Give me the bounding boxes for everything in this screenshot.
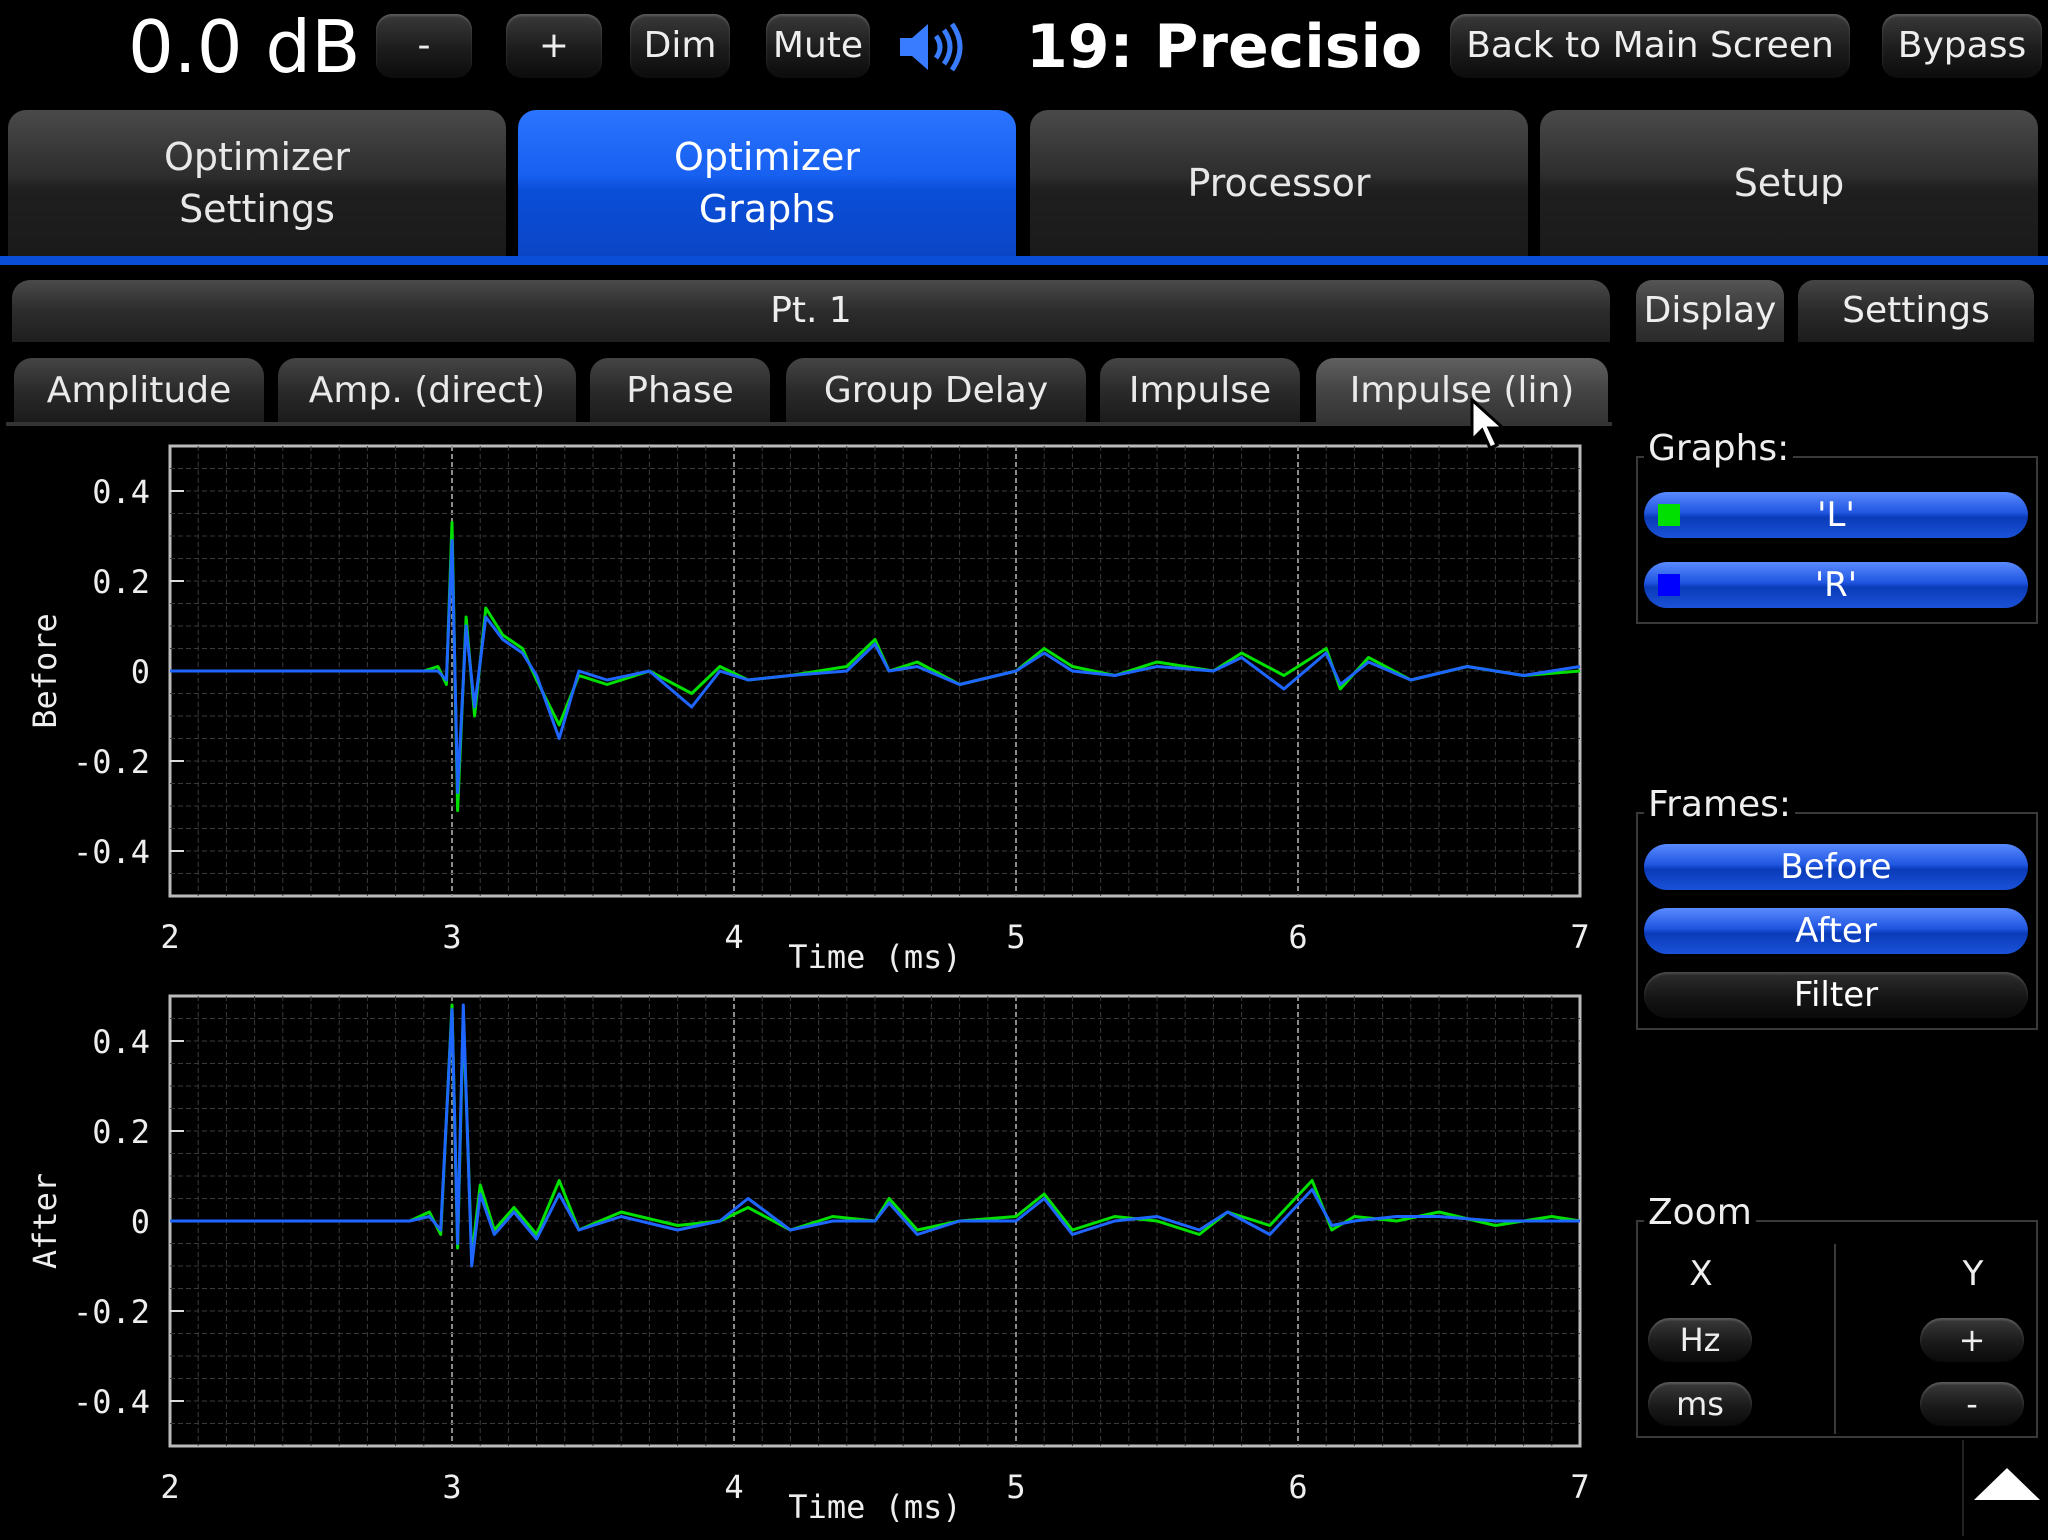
back-to-main-button[interactable]: Back to Main Screen — [1450, 14, 1850, 78]
zoom-y-label: Y — [1962, 1254, 1984, 1294]
zoom-x-ms-button[interactable]: ms — [1648, 1382, 1752, 1426]
volume-readout: 0.0 dB — [128, 5, 361, 89]
tab-label-line2: Settings — [179, 187, 335, 231]
y-tick-label: 0.4 — [92, 473, 150, 511]
zoom-label: Zoom — [1644, 1192, 1756, 1233]
x-tick-label: 2 — [160, 1468, 179, 1506]
y-axis-label: After — [26, 1173, 64, 1269]
x-axis-label: Time (ms) — [788, 1488, 961, 1526]
subtab-divider — [6, 422, 1612, 426]
x-tick-label: 6 — [1288, 1468, 1307, 1506]
graphs-label: Graphs: — [1644, 428, 1794, 469]
zoom-x-hz-button[interactable]: Hz — [1648, 1318, 1752, 1362]
mouse-cursor-icon — [1470, 398, 1507, 450]
tab-processor[interactable]: Processor — [1030, 110, 1528, 256]
zoom-divider — [1834, 1244, 1836, 1434]
impulse-chart-after: 0.4 0.2 0 -0.2 -0.4 2 3 4 5 6 7 Time (ms) After — [26, 994, 1590, 1526]
tab-optimizer-settings[interactable]: Optimizer Settings — [8, 110, 506, 256]
x-tick-label: 5 — [1006, 1468, 1025, 1506]
subtab-impulse-lin[interactable]: Impulse (lin) — [1316, 358, 1608, 424]
zoom-x-label: X — [1689, 1254, 1713, 1294]
subtab-amplitude[interactable]: Amplitude — [14, 358, 264, 424]
y-tick-label: -0.2 — [73, 1293, 150, 1331]
x-tick-label: 7 — [1570, 1468, 1589, 1506]
subtab-amp-direct[interactable]: Amp. (direct) — [278, 358, 576, 424]
x-tick-label: 3 — [442, 1468, 461, 1506]
subtab-phase[interactable]: Phase — [590, 358, 770, 424]
x-tick-label: 5 — [1006, 918, 1025, 956]
frames-label: Frames: — [1644, 784, 1796, 825]
mute-button[interactable]: Mute — [766, 14, 870, 78]
impulse-chart-before: 0.4 0.2 0 -0.2 -0.4 2 3 4 5 6 7 Time (ms) Before — [26, 444, 1590, 976]
graph-toggle-left[interactable]: 'L' — [1644, 492, 2028, 538]
preset-name: 19: Precision - : — [1026, 12, 1426, 82]
x-tick-label: 4 — [724, 1468, 743, 1506]
x-tick-label: 2 — [160, 918, 179, 956]
tab-underline — [0, 256, 2048, 265]
right-color-swatch — [1658, 574, 1680, 596]
y-tick-label: 0.2 — [92, 1113, 150, 1151]
bypass-button[interactable]: Bypass — [1882, 14, 2042, 78]
x-tick-label: 6 — [1288, 918, 1307, 956]
y-tick-label: 0.4 — [92, 1023, 150, 1061]
volume-down-button[interactable]: - — [376, 14, 472, 78]
y-tick-label: 0 — [131, 653, 150, 691]
frame-toggle-after[interactable]: After — [1644, 908, 2028, 954]
graph-label-left: 'L' — [1817, 495, 1855, 535]
tab-label: Processor — [1187, 161, 1371, 205]
tab-label-line1: Optimizer — [163, 135, 350, 179]
frame-toggle-before[interactable]: Before — [1644, 844, 2028, 890]
subtab-group-delay[interactable]: Group Delay — [786, 358, 1086, 424]
frame-toggle-filter[interactable]: Filter — [1644, 972, 2028, 1018]
side-tab-display[interactable]: Display — [1636, 280, 1784, 342]
tab-setup[interactable]: Setup — [1540, 110, 2038, 256]
measurement-point-header: Pt. 1 — [12, 280, 1610, 342]
up-arrow-icon — [1974, 1468, 2040, 1500]
zoom-y-minus-button[interactable]: - — [1920, 1382, 2024, 1426]
x-tick-label: 4 — [724, 918, 743, 956]
tab-optimizer-graphs[interactable]: Optimizer Graphs — [518, 110, 1016, 256]
speaker-icon[interactable] — [898, 22, 978, 72]
y-axis-label: Before — [26, 613, 64, 729]
graph-toggle-right[interactable]: 'R' — [1644, 562, 2028, 608]
y-tick-label: -0.4 — [73, 833, 150, 871]
y-tick-label: 0.2 — [92, 563, 150, 601]
y-tick-label: -0.2 — [73, 743, 150, 781]
y-tick-label: 0 — [131, 1203, 150, 1241]
graph-label-right: 'R' — [1814, 565, 1858, 605]
zoom-y-plus-button[interactable]: + — [1920, 1318, 2024, 1362]
subtab-impulse[interactable]: Impulse — [1100, 358, 1300, 424]
dim-button[interactable]: Dim — [630, 14, 730, 78]
tab-label-line2: Graphs — [698, 187, 836, 231]
scroll-up-button[interactable] — [1962, 1440, 2048, 1536]
x-axis-label: Time (ms) — [788, 938, 961, 976]
x-tick-label: 3 — [442, 918, 461, 956]
left-color-swatch — [1658, 504, 1680, 526]
y-tick-label: -0.4 — [73, 1383, 150, 1421]
tab-label: Setup — [1733, 161, 1845, 205]
side-tab-settings[interactable]: Settings — [1798, 280, 2034, 342]
volume-up-button[interactable]: + — [506, 14, 602, 78]
x-tick-label: 7 — [1570, 918, 1589, 956]
tab-label-line1: Optimizer — [673, 135, 860, 179]
